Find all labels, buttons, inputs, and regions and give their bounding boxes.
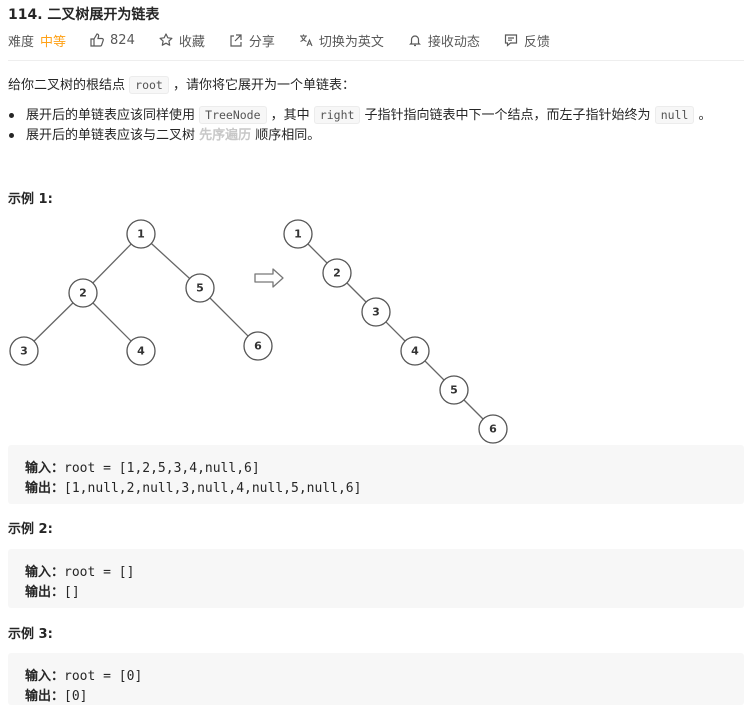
svg-text:3: 3 — [20, 345, 28, 358]
output-value: [0] — [64, 689, 88, 704]
svg-text:6: 6 — [254, 340, 262, 353]
share-label: 分享 — [248, 34, 275, 50]
list-node: 4 — [400, 336, 430, 366]
binary-tree: 1 2 5 3 4 6 — [9, 219, 273, 366]
collect-button[interactable]: 收藏 — [159, 31, 205, 50]
tree-node: 2 — [68, 278, 98, 308]
problem-title: 114. 二叉树展开为链表 — [8, 7, 160, 23]
svg-text:1: 1 — [137, 228, 145, 241]
flattened-list: 1 2 3 4 5 6 — [283, 219, 508, 444]
tree-node: 5 — [185, 273, 215, 303]
input-value: root = [0] — [64, 669, 143, 684]
example-1-io-box: 输入：root = [1,2,5,3,4,null,6] 输出：[1,null,… — [8, 445, 744, 504]
svg-text:2: 2 — [79, 287, 87, 300]
like-button[interactable]: 824 — [90, 33, 135, 48]
translate-icon — [299, 34, 313, 47]
output-label: 输出： — [25, 481, 65, 496]
tree-node: 3 — [9, 336, 39, 366]
svg-text:2: 2 — [333, 267, 341, 280]
tree-node: 6 — [243, 331, 273, 361]
list-node: 5 — [439, 375, 469, 405]
example-2-io-box: 输入：root = [] 输出：[] — [8, 549, 744, 608]
input-value: root = [1,2,5,3,4,null,6] — [64, 461, 260, 476]
svg-text:1: 1 — [294, 228, 302, 241]
example-3-io-box: 输入：root = [0] 输出：[0] — [8, 653, 744, 705]
code-treenode: TreeNode — [199, 106, 267, 124]
svg-text:3: 3 — [372, 306, 380, 319]
difficulty-label: 难度 — [8, 34, 35, 50]
output-label: 输出： — [25, 689, 65, 704]
difficulty-badge: 中等 — [40, 34, 67, 50]
notify-button[interactable]: 接收动态 — [408, 31, 480, 50]
example-3-title: 示例 3: — [8, 627, 53, 642]
feedback-icon — [504, 34, 518, 47]
output-value: [] — [64, 585, 80, 600]
svg-text:4: 4 — [137, 345, 145, 358]
code-root: root — [129, 76, 169, 94]
svg-text:5: 5 — [196, 282, 204, 295]
input-label: 输入： — [25, 669, 65, 684]
list-node: 3 — [361, 297, 391, 327]
tree-node: 4 — [126, 336, 156, 366]
example-1-figure: 1 2 5 3 4 6 1 2 3 4 5 6 — [9, 219, 508, 444]
list-node: 6 — [478, 414, 508, 444]
notify-label: 接收动态 — [427, 34, 480, 50]
thumbs-up-icon — [90, 33, 104, 47]
svg-text:4: 4 — [411, 345, 419, 358]
input-label: 输入： — [25, 461, 65, 476]
switch-language-label: 切换为英文 — [318, 34, 384, 50]
feedback-label: 反馈 — [523, 34, 550, 50]
list-item: 展开后的单链表应该同样使用 TreeNode ，其中 right 子指针指向链表… — [9, 106, 712, 124]
header-divider — [8, 60, 744, 61]
like-count: 824 — [110, 32, 135, 48]
preorder-link[interactable]: 先序遍历 — [199, 128, 251, 143]
output-value: [1,null,2,null,3,null,4,null,5,null,6] — [64, 481, 362, 496]
requirements-list: 展开后的单链表应该同样使用 TreeNode ，其中 right 子指针指向链表… — [9, 106, 712, 146]
input-value: root = [] — [64, 565, 135, 580]
bell-icon — [408, 35, 421, 47]
svg-text:6: 6 — [489, 423, 497, 436]
example-1-title: 示例 1: — [8, 192, 53, 207]
code-right: right — [313, 106, 361, 124]
arrow-right-icon — [254, 268, 284, 288]
list-item: 展开后的单链表应该与二叉树 先序遍历 顺序相同。 — [9, 126, 712, 145]
feedback-button[interactable]: 反馈 — [504, 31, 550, 50]
share-icon — [230, 34, 242, 47]
input-label: 输入： — [25, 565, 65, 580]
share-button[interactable]: 分享 — [229, 31, 275, 50]
svg-text:5: 5 — [450, 384, 458, 397]
switch-language-button[interactable]: 切换为英文 — [299, 31, 384, 50]
problem-intro: 给你二叉树的根结点 root ，请你将它展开为一个单链表： — [8, 76, 355, 94]
problem-meta-bar: 难度 中等 824 收藏 分享 切换为英文 接收动态 反馈 — [8, 31, 574, 50]
tree-node: 1 — [126, 219, 156, 249]
star-icon — [159, 33, 173, 46]
list-node: 1 — [283, 219, 313, 249]
example-2-title: 示例 2: — [8, 522, 53, 537]
code-null: null — [654, 106, 695, 124]
list-node: 2 — [322, 258, 352, 288]
collect-label: 收藏 — [178, 34, 205, 50]
output-label: 输出： — [25, 585, 65, 600]
